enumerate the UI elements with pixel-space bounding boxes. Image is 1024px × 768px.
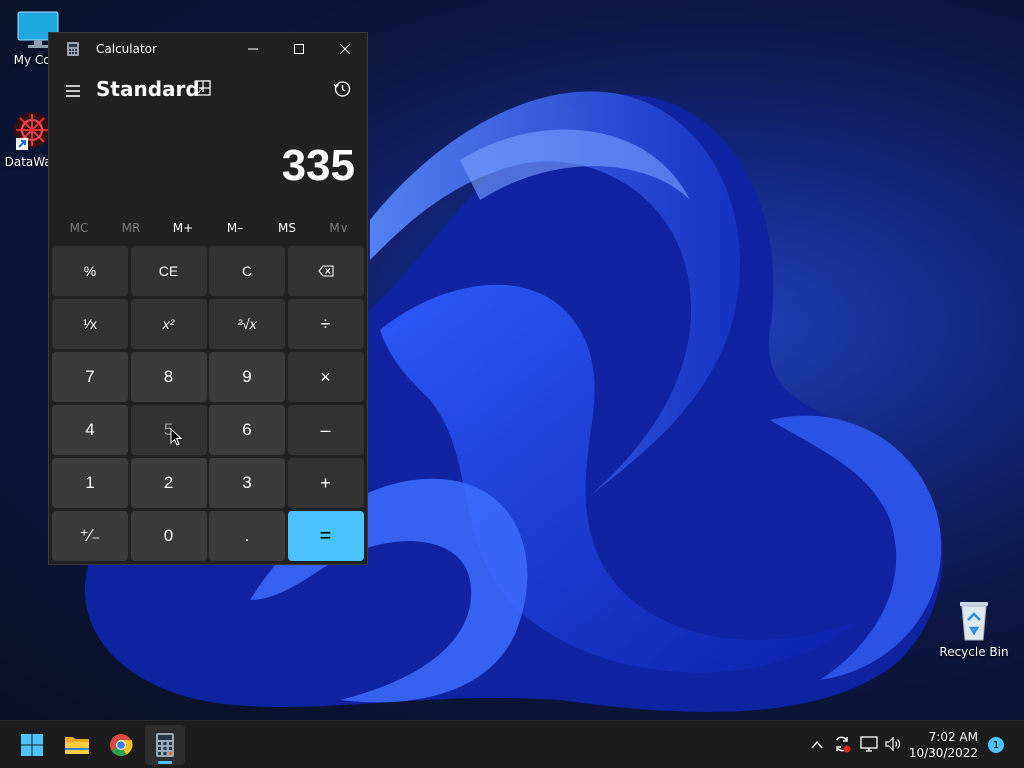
memory-store-button[interactable]: MS: [261, 213, 313, 243]
maximize-icon: [294, 44, 304, 54]
digit-6-button[interactable]: 6: [209, 405, 285, 455]
digit-3-button[interactable]: 3: [209, 458, 285, 508]
notification-badge[interactable]: 1: [988, 737, 1004, 753]
memory-subtract-button[interactable]: M–: [209, 213, 261, 243]
reciprocal-button[interactable]: ¹∕x: [52, 299, 128, 349]
taskbar-clock[interactable]: 7:02 AM 10/30/2022: [909, 729, 978, 761]
minimize-button[interactable]: [230, 33, 276, 65]
network-icon[interactable]: [860, 735, 878, 753]
close-button[interactable]: [322, 33, 368, 65]
mouse-cursor-icon: [170, 428, 182, 446]
backspace-icon: [317, 265, 334, 277]
recycle-bin-icon: [960, 602, 988, 641]
memory-add-button[interactable]: M+: [157, 213, 209, 243]
clock-date: 10/30/2022: [908, 746, 978, 760]
history-icon[interactable]: [333, 80, 351, 98]
desktop-icon-recycle-bin[interactable]: Recycle Bin: [934, 598, 1014, 659]
menu-icon[interactable]: [63, 81, 83, 101]
title-bar[interactable]: Calculator: [49, 33, 367, 65]
file-explorer-button[interactable]: [57, 725, 97, 765]
negate-button[interactable]: ⁺∕₋: [52, 511, 128, 561]
mode-title: Standard: [96, 77, 200, 101]
minimize-icon: [248, 48, 258, 50]
digit-8-button[interactable]: 8: [130, 352, 207, 402]
memory-recall-button[interactable]: MR: [105, 213, 157, 243]
percent-button[interactable]: %: [52, 246, 128, 296]
active-app-indicator: [158, 761, 172, 764]
digit-1-button[interactable]: 1: [52, 458, 128, 508]
multiply-button[interactable]: ×: [287, 352, 364, 402]
desktop-icon-label: Recycle Bin: [939, 645, 1009, 659]
calculator-app-icon: [67, 42, 79, 56]
subtract-button[interactable]: –: [287, 405, 364, 455]
clear-button[interactable]: C: [209, 246, 285, 296]
sync-icon[interactable]: [833, 735, 851, 753]
digit-9-button[interactable]: 9: [209, 352, 285, 402]
divide-button[interactable]: ÷: [287, 299, 364, 349]
chrome-icon: [110, 734, 133, 756]
keypad: % CE C ¹∕x x² ²√x ÷ 7 8 9 × 4 5 6 – 1 2 …: [52, 246, 364, 561]
chrome-button[interactable]: [101, 725, 141, 765]
digit-0-button[interactable]: 0: [130, 511, 207, 561]
volume-icon[interactable]: [884, 735, 902, 753]
maximize-button[interactable]: [276, 33, 322, 65]
calculator-icon: [156, 733, 174, 757]
digit-2-button[interactable]: 2: [130, 458, 207, 508]
clock-time: 7:02 AM: [928, 730, 978, 744]
calculator-window: Calculator Standard 335 MC MR M+ M– MS M…: [48, 32, 368, 565]
chevron-up-icon[interactable]: [810, 738, 824, 752]
close-icon: [340, 44, 350, 54]
square-root-button[interactable]: ²√x: [209, 299, 285, 349]
digit-7-button[interactable]: 7: [52, 352, 128, 402]
digit-5-button[interactable]: 5: [130, 405, 207, 455]
memory-clear-button[interactable]: MC: [53, 213, 105, 243]
square-button[interactable]: x²: [130, 299, 207, 349]
calculator-taskbar-button[interactable]: [145, 725, 185, 765]
add-button[interactable]: +: [287, 458, 364, 508]
result-display: 335: [281, 141, 355, 190]
clear-entry-button[interactable]: CE: [130, 246, 207, 296]
memory-row: MC MR M+ M– MS M∨: [53, 213, 365, 243]
calculator-header: Standard: [49, 73, 367, 113]
digit-4-button[interactable]: 4: [52, 405, 128, 455]
folder-icon: [65, 737, 89, 754]
start-button[interactable]: [12, 725, 52, 765]
windows-logo-icon: [21, 734, 43, 756]
taskbar: 7:02 AM 10/30/2022 1: [0, 720, 1024, 768]
backspace-button[interactable]: [287, 246, 364, 296]
equals-button[interactable]: =: [287, 511, 364, 561]
decimal-button[interactable]: .: [209, 511, 285, 561]
keep-on-top-icon[interactable]: [195, 80, 211, 96]
memory-list-button[interactable]: M∨: [313, 213, 365, 243]
window-title: Calculator: [96, 42, 157, 56]
